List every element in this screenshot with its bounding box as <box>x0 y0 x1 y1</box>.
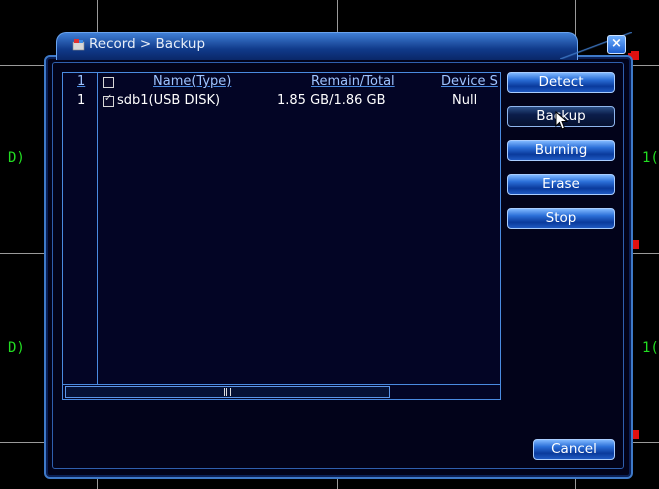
channel-label-right: 1( <box>642 150 659 166</box>
close-icon: × <box>611 36 622 51</box>
horizontal-scrollbar[interactable] <box>63 384 500 399</box>
column-header-remain-total[interactable]: Remain/Total <box>311 74 395 89</box>
close-button[interactable]: × <box>607 35 626 54</box>
row-checkbox[interactable] <box>103 93 114 107</box>
cancel-button[interactable]: Cancel <box>533 439 615 460</box>
scrollbar-thumb[interactable] <box>65 386 390 398</box>
device-table[interactable]: 1 Name(Type) Remain/Total Device S 1 sdb… <box>62 72 501 400</box>
channel-label-left: D) <box>8 150 25 166</box>
channel-label-right: 1( <box>642 340 659 356</box>
column-header-index: 1 <box>77 74 86 89</box>
row-device-status: Null <box>452 93 478 108</box>
row-index: 1 <box>77 93 86 108</box>
column-header-device-status[interactable]: Device S <box>441 74 498 89</box>
row-device-name: sdb1(USB DISK) <box>117 93 221 108</box>
mouse-cursor-icon <box>555 111 569 130</box>
erase-button[interactable]: Erase <box>507 174 615 195</box>
burning-button[interactable]: Burning <box>507 140 615 161</box>
row-remain-total: 1.85 GB/1.86 GB <box>277 93 386 108</box>
scrollbar-grip-icon <box>224 388 231 396</box>
record-backup-icon <box>72 39 85 51</box>
select-all-checkbox[interactable] <box>103 77 114 88</box>
stop-button[interactable]: Stop <box>507 208 615 229</box>
column-divider <box>97 73 98 384</box>
column-header-name[interactable]: Name(Type) <box>153 74 231 89</box>
channel-label-left: D) <box>8 340 25 356</box>
detect-button[interactable]: Detect <box>507 72 615 93</box>
dialog-title: Record > Backup <box>89 36 206 52</box>
